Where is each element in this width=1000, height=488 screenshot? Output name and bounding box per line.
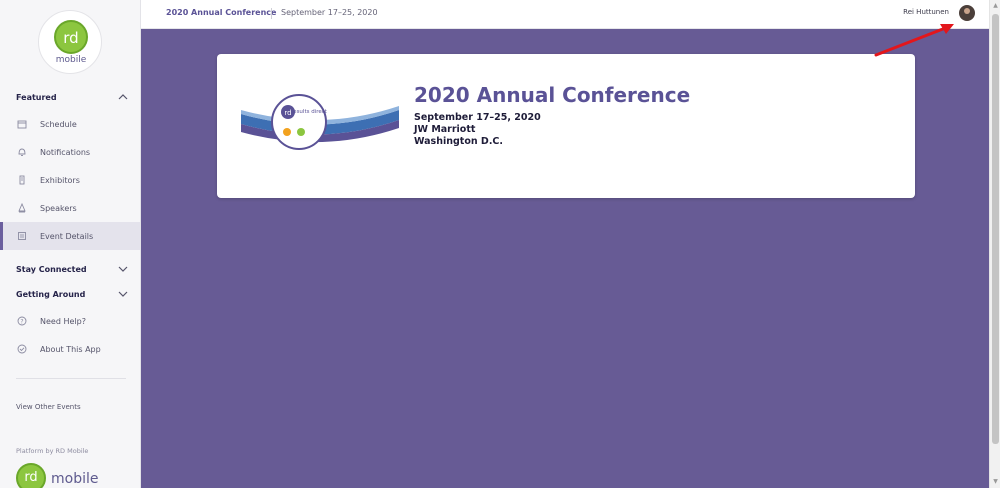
logo-letters: rd xyxy=(54,20,88,54)
sidebar-item-speakers[interactable]: Speakers xyxy=(0,194,140,222)
avatar[interactable] xyxy=(959,5,975,21)
logo-circle: rd mobile xyxy=(38,10,102,74)
scrollbar[interactable]: ▲ ▼ xyxy=(989,0,1000,488)
banner-logo-text: results direct xyxy=(291,109,328,115)
header-event-dates: September 17–25, 2020 xyxy=(281,8,378,17)
section-featured[interactable]: Featured xyxy=(16,90,128,104)
chevron-down-icon xyxy=(118,266,128,272)
platform-credit: Platform by RD Mobile xyxy=(16,447,89,455)
event-venue: JW Marriott xyxy=(414,124,476,135)
event-dates: September 17–25, 2020 xyxy=(414,112,541,123)
event-city: Washington D.C. xyxy=(414,136,504,147)
main-content: rd results direct 2020 Annual Conference… xyxy=(141,29,989,488)
section-getting-around[interactable]: Getting Around xyxy=(16,287,128,301)
header-separator xyxy=(271,8,272,19)
sidebar-item-label: About This App xyxy=(40,344,101,354)
sidebar-item-need-help[interactable]: ? Need Help? xyxy=(0,307,140,335)
chevron-down-icon xyxy=(118,291,128,297)
scrollbar-thumb[interactable] xyxy=(992,14,999,444)
rd-mobile-logo[interactable]: rd mobile xyxy=(38,10,102,74)
rd-mobile-bottom-logo: rd mobile xyxy=(16,463,116,488)
sidebar-item-label: Need Help? xyxy=(40,316,86,326)
check-circle-icon xyxy=(17,344,27,354)
sidebar-item-about[interactable]: About This App xyxy=(0,335,140,363)
details-icon xyxy=(18,232,26,240)
results-direct-banner: rd results direct xyxy=(241,94,399,150)
sidebar: rd mobile Featured Schedule Notification… xyxy=(0,0,141,488)
speaker-icon xyxy=(18,203,26,213)
top-bar: 2020 Annual Conference September 17–25, … xyxy=(141,0,989,29)
help-icon: ? xyxy=(17,316,27,326)
user-name[interactable]: Rei Huttunen xyxy=(903,8,949,16)
view-other-events-link[interactable]: View Other Events xyxy=(16,403,81,411)
svg-text:?: ? xyxy=(20,318,23,325)
booth-icon xyxy=(19,175,25,185)
section-stay-connected[interactable]: Stay Connected xyxy=(16,262,128,276)
bottom-logo-letters: rd xyxy=(16,463,46,488)
sidebar-item-label: Exhibitors xyxy=(40,175,80,185)
bell-icon xyxy=(18,148,26,156)
scroll-up-icon[interactable]: ▲ xyxy=(992,2,999,10)
sidebar-item-exhibitors[interactable]: Exhibitors xyxy=(0,166,140,194)
sidebar-item-label: Speakers xyxy=(40,203,77,213)
scroll-down-icon[interactable]: ▼ xyxy=(992,478,999,486)
event-card: rd results direct 2020 Annual Conference… xyxy=(217,54,915,198)
logo-word: mobile xyxy=(55,55,87,65)
event-title: 2020 Annual Conference xyxy=(414,83,691,107)
section-featured-label: Featured xyxy=(16,92,57,102)
section-stay-connected-label: Stay Connected xyxy=(16,264,87,274)
chevron-up-icon xyxy=(118,94,128,100)
sidebar-item-notifications[interactable]: Notifications xyxy=(0,138,140,166)
section-getting-around-label: Getting Around xyxy=(16,289,86,299)
calendar-icon xyxy=(17,120,27,129)
sidebar-item-label: Event Details xyxy=(40,231,94,241)
sidebar-item-label: Schedule xyxy=(40,119,77,129)
bottom-logo-word: mobile xyxy=(51,471,99,487)
sidebar-item-event-details[interactable]: Event Details xyxy=(0,222,140,250)
sidebar-item-schedule[interactable]: Schedule xyxy=(0,110,140,138)
sidebar-item-label: Notifications xyxy=(40,147,91,157)
sidebar-divider xyxy=(16,378,126,379)
header-event-title: 2020 Annual Conference xyxy=(166,8,277,17)
